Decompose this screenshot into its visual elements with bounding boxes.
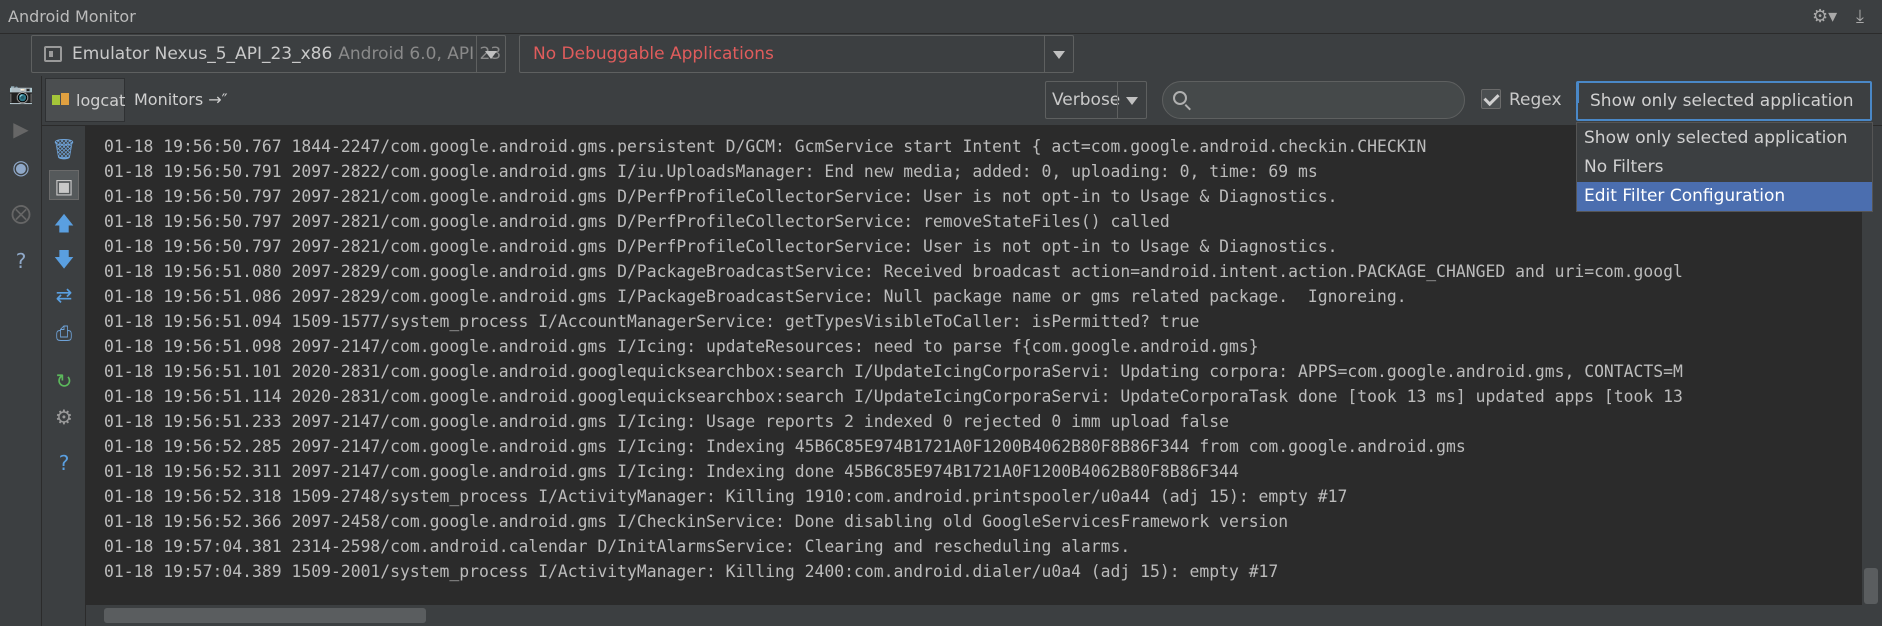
regex-label: Regex [1509,90,1562,110]
filter-option-no-filters[interactable]: No Filters [1577,153,1872,182]
tab-monitors-label: Monitors →″ [134,90,228,109]
log-line: 01-18 19:56:50.791 2097-2822/com.google.… [104,162,1318,181]
filter-option-edit-configuration[interactable]: Edit Filter Configuration [1577,182,1872,211]
device-name: Emulator Nexus_5_API_23_x86 [72,44,333,64]
search-icon[interactable] [1173,91,1187,105]
trash-icon[interactable]: 🗑 [49,134,79,164]
up-arrow-icon[interactable]: 🡅 [49,208,79,238]
log-line: 01-18 19:57:04.389 1509-2001/system_proc… [104,562,1279,581]
search-input[interactable] [1203,88,1447,114]
log-line: 01-18 19:56:52.285 2097-2147/com.google.… [104,437,1466,456]
vertical-scroll-thumb[interactable] [1864,568,1878,604]
log-line: 01-18 19:56:51.101 2020-2831/com.google.… [104,362,1683,381]
log-line: 01-18 19:56:50.797 2097-2821/com.google.… [104,212,1170,231]
search-box[interactable] [1162,81,1465,119]
print-icon[interactable]: ⎙ [49,318,79,348]
gear-icon[interactable]: ⚙▾ [1812,6,1837,28]
log-line: 01-18 19:56:51.080 2097-2829/com.google.… [104,262,1683,281]
restart-icon[interactable]: ↻ [49,366,79,396]
camera-icon[interactable]: 📷 [6,78,36,108]
chevron-down-icon[interactable] [476,36,505,72]
log-level-value: Verbose [1052,90,1121,110]
play-icon[interactable]: ▶ [6,114,36,144]
tab-monitors[interactable]: Monitors →″ [130,78,230,122]
chevron-down-icon[interactable] [1044,36,1073,72]
scroll-to-end-icon[interactable]: ▣ [49,170,79,200]
terminate-icon[interactable]: ⨂ [6,198,36,228]
down-arrow-icon[interactable]: 🡇 [49,244,79,274]
app-selector[interactable]: No Debuggable Applications [519,35,1074,73]
log-lines: 01-18 19:56:50.767 1844-2247/com.google.… [104,134,1683,584]
screen-record-icon[interactable]: ◉ [6,152,36,182]
tab-logcat-label: logcat [76,91,126,110]
log-line: 01-18 19:56:51.233 2097-2147/com.google.… [104,412,1229,431]
horizontal-scroll-thumb[interactable] [104,608,426,623]
log-line: 01-18 19:56:52.366 2097-2458/com.google.… [104,512,1289,531]
help-icon[interactable]: ? [6,246,36,276]
log-line: 01-18 19:56:51.094 1509-1577/system_proc… [104,312,1200,331]
log-line: 01-18 19:56:51.114 2020-2831/com.google.… [104,387,1683,406]
emulator-icon [44,46,62,62]
log-line: 01-18 19:56:51.086 2097-2829/com.google.… [104,287,1407,306]
chevron-down-icon[interactable] [1117,82,1146,118]
device-selector[interactable]: Emulator Nexus_5_API_23_x86 Android 6.0, … [31,35,506,73]
filter-dropdown: Show only selected application No Filter… [1576,122,1873,212]
log-line: 01-18 19:56:50.767 1844-2247/com.google.… [104,137,1427,156]
log-line: 01-18 19:56:50.797 2097-2821/com.google.… [104,237,1338,256]
regex-checkbox[interactable] [1481,89,1501,109]
download-icon[interactable]: ⤓ [1848,6,1872,28]
title-bar [0,0,1882,34]
log-line: 01-18 19:57:04.381 2314-2598/com.android… [104,537,1131,556]
window-title: Android Monitor [8,7,136,26]
log-level-select[interactable]: Verbose [1045,81,1147,119]
help-icon[interactable]: ? [49,448,79,478]
log-line: 01-18 19:56:50.797 2097-2821/com.google.… [104,187,1338,206]
tab-logcat[interactable]: logcat [45,78,125,122]
logcat-icon [52,93,69,105]
app-label: No Debuggable Applications [533,44,774,64]
settings-icon[interactable]: ⚙ [49,402,79,432]
chevron-down-icon[interactable] [1578,83,1579,103]
filter-option-selected-app[interactable]: Show only selected application [1577,124,1872,153]
filter-select[interactable]: Show only selected application [1576,81,1872,121]
log-line: 01-18 19:56:52.311 2097-2147/com.google.… [104,462,1239,481]
soft-wrap-icon[interactable]: ⇄ [49,280,79,310]
log-line: 01-18 19:56:51.098 2097-2147/com.google.… [104,337,1259,356]
log-line: 01-18 19:56:52.318 1509-2748/system_proc… [104,487,1348,506]
filter-value: Show only selected application [1590,91,1854,111]
